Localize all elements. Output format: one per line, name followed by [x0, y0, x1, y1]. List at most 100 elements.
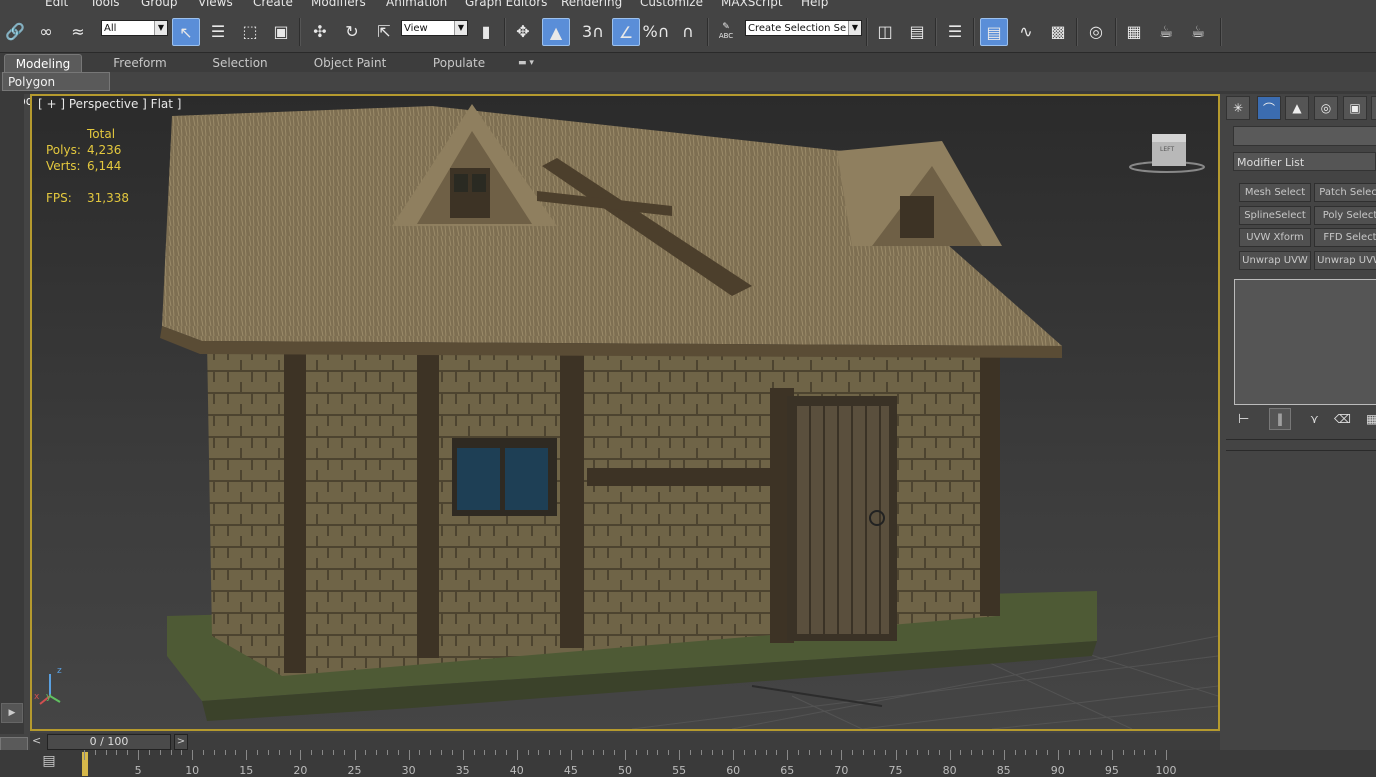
ruler-tick: [700, 750, 702, 755]
menu-help[interactable]: Help: [801, 0, 828, 9]
pivot-center-icon[interactable]: ▮: [473, 18, 499, 44]
menu-animation[interactable]: Animation: [386, 0, 447, 9]
menu-graph-editors[interactable]: Graph Editors: [465, 0, 547, 9]
ruler-tick: [376, 750, 378, 755]
viewcube-face-label[interactable]: LEFT: [1160, 146, 1174, 153]
next-frame-button[interactable]: >: [174, 734, 188, 750]
ruler-tick-label: 80: [942, 764, 957, 777]
menu-edit[interactable]: Edit: [45, 0, 68, 9]
ruler-tick: [1036, 750, 1038, 755]
ruler-tick-label: 25: [347, 764, 362, 777]
show-end-result-icon[interactable]: ‖: [1269, 408, 1291, 430]
spinner-snap-icon[interactable]: ∩: [675, 18, 701, 44]
menu-views[interactable]: Views: [198, 0, 233, 9]
display-tab-icon[interactable]: ▣: [1343, 96, 1367, 120]
named-selection-dropdown[interactable]: Create Selection Se ▼: [745, 20, 862, 36]
snaps-toggle-icon[interactable]: 3 ∩: [580, 18, 606, 44]
material-editor-icon[interactable]: ◎: [1083, 18, 1109, 44]
ruler-tick: [127, 750, 129, 755]
ruler-tick: [765, 750, 767, 755]
angle-snap-icon[interactable]: ∠: [612, 18, 640, 46]
ruler-tick: [754, 750, 756, 755]
rotate-icon[interactable]: ↻: [339, 18, 365, 44]
layer-manager-icon[interactable]: ☰: [942, 18, 968, 44]
ruler-tick: [105, 750, 107, 755]
tab-freeform[interactable]: Freeform: [100, 54, 180, 72]
mirror-icon[interactable]: ◫: [872, 18, 898, 44]
align-icon[interactable]: ▤: [904, 18, 930, 44]
perspective-viewport[interactable]: [ + ] Perspective ] Flat ] Total Polys: …: [30, 94, 1220, 731]
mesh-select-button[interactable]: Mesh Select: [1239, 183, 1311, 202]
scene-explorer-icon[interactable]: ▤: [980, 18, 1008, 46]
chevron-down-icon: ▼: [154, 21, 167, 35]
ruler-tick-label: 45: [563, 764, 578, 777]
render-production-icon[interactable]: ☕: [1185, 18, 1211, 44]
expand-arrow-icon[interactable]: ▶: [1, 703, 23, 723]
hierarchy-tab-icon[interactable]: ▲: [1285, 96, 1309, 120]
scale-icon[interactable]: ⇱: [371, 18, 397, 44]
viewport-label[interactable]: [ + ] Perspective ] Flat ]: [38, 97, 181, 111]
window-crossing-icon[interactable]: ▣: [268, 18, 294, 44]
ruler-tick: [527, 750, 529, 755]
tab-modeling[interactable]: Modeling: [4, 54, 82, 73]
link-icon[interactable]: 🔗: [2, 18, 28, 44]
keyboard-shortcut-override-icon[interactable]: ▲: [542, 18, 570, 46]
menu-tools[interactable]: Tools: [90, 0, 120, 9]
ruler-tick: [960, 750, 962, 755]
curve-editor-icon[interactable]: ∿: [1013, 18, 1039, 44]
motion-tab-icon[interactable]: ◎: [1314, 96, 1338, 120]
menu-group[interactable]: Group: [141, 0, 178, 9]
tab-selection[interactable]: Selection: [200, 54, 280, 72]
rect-selection-icon[interactable]: ⬚: [237, 18, 263, 44]
select-object-icon[interactable]: ↖: [172, 18, 200, 46]
ffd-select-button[interactable]: FFD Select: [1314, 228, 1376, 247]
modify-tab-icon[interactable]: ⌒: [1257, 96, 1281, 120]
schematic-view-icon[interactable]: ▩: [1045, 18, 1071, 44]
tab-object-paint[interactable]: Object Paint: [305, 54, 395, 72]
patch-select-button[interactable]: Patch Select: [1314, 183, 1376, 202]
render-setup-icon[interactable]: ▦: [1121, 18, 1147, 44]
percent-snap-icon[interactable]: % ∩: [643, 18, 670, 44]
ruler-tick-label: 40: [509, 764, 524, 777]
rendered-frame-window-icon[interactable]: ☕: [1153, 18, 1179, 44]
selection-filter-dropdown[interactable]: All ▼: [101, 20, 168, 36]
spline-select-button[interactable]: SplineSelect: [1239, 206, 1311, 225]
select-manipulate-icon[interactable]: ✥: [510, 18, 536, 44]
tab-populate[interactable]: Populate: [420, 54, 498, 72]
unlink-icon[interactable]: ∞: [33, 18, 59, 44]
ref-coord-dropdown[interactable]: View ▼: [401, 20, 468, 36]
ruler-tick: [679, 750, 681, 760]
prev-frame-button[interactable]: <: [32, 734, 41, 747]
menu-modifiers[interactable]: Modifiers: [311, 0, 366, 9]
edit-named-selection-icon[interactable]: ✎ ABC: [713, 18, 739, 44]
track-bar[interactable]: ▤ 5 10 15 20 25 30 35 40 45 50 55 60 65 70 75 80 85 90 95 1…: [0, 750, 1376, 777]
ruler-tick: [603, 750, 605, 755]
bind-spacewarp-icon[interactable]: ≈: [65, 18, 91, 44]
configure-modifier-sets-icon[interactable]: ▦: [1366, 412, 1376, 426]
menu-create[interactable]: Create: [253, 0, 293, 9]
unwrap-uvw-button-2[interactable]: Unwrap UVW: [1314, 251, 1376, 270]
ruler-tick-label: 100: [1155, 764, 1177, 777]
poly-select-button[interactable]: Poly Select: [1314, 206, 1376, 225]
menu-rendering[interactable]: Rendering: [561, 0, 622, 9]
utilities-tab-icon[interactable]: [1371, 96, 1376, 120]
pin-stack-icon[interactable]: ⊢: [1238, 412, 1249, 427]
uvw-xform-button[interactable]: UVW Xform: [1239, 228, 1311, 247]
ribbon-options-icon[interactable]: ▬ ▾: [512, 54, 540, 72]
remove-modifier-icon[interactable]: ⌫: [1334, 412, 1351, 426]
ruler-tick: [419, 750, 421, 755]
ruler-tick-label: 70: [834, 764, 849, 777]
tab-polygon-modeling[interactable]: Polygon Modeling: [2, 72, 110, 108]
create-tab-icon[interactable]: ✳: [1226, 96, 1250, 120]
object-name-field[interactable]: [1233, 126, 1376, 146]
menu-customize[interactable]: Customize: [640, 0, 703, 9]
time-slider[interactable]: 0 / 100: [47, 734, 171, 750]
move-icon[interactable]: ✣: [307, 18, 333, 44]
menu-maxscript[interactable]: MAXScript: [721, 0, 783, 9]
ruler-tick: [733, 750, 735, 760]
make-unique-icon[interactable]: ⋎: [1310, 412, 1319, 426]
modifier-stack[interactable]: [1234, 279, 1376, 405]
modifier-list-dropdown[interactable]: Modifier List: [1233, 152, 1376, 171]
unwrap-uvw-button[interactable]: Unwrap UVW: [1239, 251, 1311, 270]
select-by-name-icon[interactable]: ☰: [205, 18, 231, 44]
